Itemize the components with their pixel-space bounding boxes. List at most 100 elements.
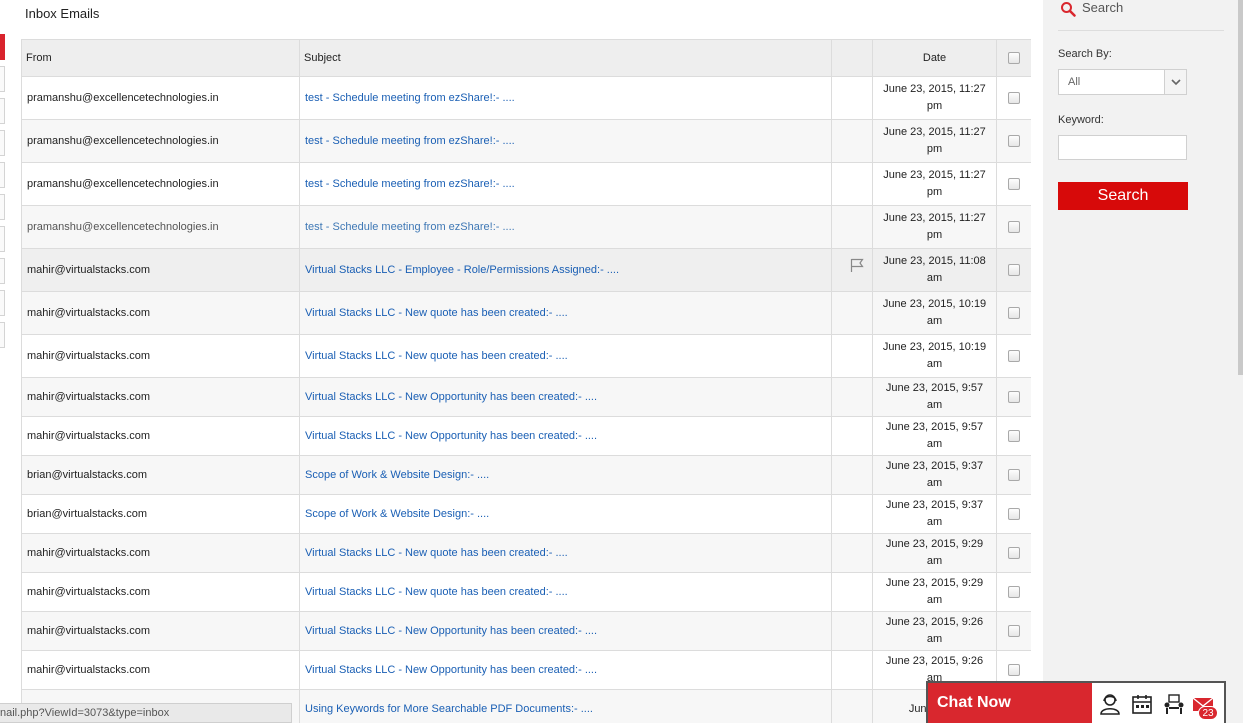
email-subject-link[interactable]: Virtual Stacks LLC - New quote has been … xyxy=(305,547,568,559)
email-select-checkbox[interactable] xyxy=(1008,307,1020,320)
search-button[interactable]: Search xyxy=(1058,182,1188,210)
email-row[interactable]: brian@virtualstacks.com Scope of Work & W… xyxy=(21,494,1031,534)
email-from: mahir@virtualstacks.com xyxy=(21,248,300,292)
email-subject-cell: test - Schedule meeting from ezShare!:- … xyxy=(299,76,832,120)
email-subject-link[interactable]: Virtual Stacks LLC - New Opportunity has… xyxy=(305,430,597,442)
email-row[interactable]: mahir@virtualstacks.com Virtual Stacks LL… xyxy=(21,416,1031,456)
left-tab[interactable] xyxy=(0,66,5,92)
email-select-checkbox[interactable] xyxy=(1008,178,1020,191)
email-row[interactable]: mahir@virtualstacks.com Virtual Stacks LL… xyxy=(21,377,1031,417)
email-date: June 23, 2015, 9:57 am xyxy=(872,416,997,456)
email-subject-cell: Virtual Stacks LLC - Employee - Role/Per… xyxy=(299,248,832,292)
email-subject-link[interactable]: Virtual Stacks LLC - New Opportunity has… xyxy=(305,625,597,637)
email-row[interactable]: mahir@virtualstacks.com Virtual Stacks LL… xyxy=(21,533,1031,573)
calendar-icon[interactable] xyxy=(1131,693,1153,715)
email-row[interactable]: mahir@virtualstacks.com Virtual Stacks LL… xyxy=(21,291,1031,335)
email-subject-link[interactable]: test - Schedule meeting from ezShare!:- … xyxy=(305,135,515,147)
email-row[interactable]: mahir@virtualstacks.com Virtual Stacks LL… xyxy=(21,650,1031,690)
email-select-checkbox[interactable] xyxy=(1008,508,1020,521)
left-tab[interactable] xyxy=(0,226,5,252)
email-date: June 23, 2015, 9:29 am xyxy=(872,533,997,573)
email-select-checkbox[interactable] xyxy=(1008,664,1020,677)
email-row[interactable]: mahir@virtualstacks.com Virtual Stacks LL… xyxy=(21,572,1031,612)
email-from: pramanshu@excellencetechnologies.in xyxy=(21,162,300,206)
email-subject-link[interactable]: Virtual Stacks LLC - New Opportunity has… xyxy=(305,391,597,403)
support-agent-icon[interactable] xyxy=(1099,693,1121,715)
email-select-checkbox[interactable] xyxy=(1008,221,1020,234)
email-subject-link[interactable]: Using Keywords for More Searchable PDF D… xyxy=(305,703,593,715)
email-flag-cell xyxy=(831,611,873,651)
email-select-cell xyxy=(996,572,1031,612)
email-row[interactable]: pramanshu@excellencetechnologies.in test … xyxy=(21,76,1031,120)
email-date-line: June 23, 2015, 11:27 xyxy=(883,169,986,181)
email-subject-link[interactable]: Virtual Stacks LLC - Employee - Role/Per… xyxy=(305,264,619,276)
email-date: June 23, 2015, 9:29 am xyxy=(872,572,997,612)
search-by-select[interactable]: All xyxy=(1058,69,1187,95)
email-subject-cell: test - Schedule meeting from ezShare!:- … xyxy=(299,205,832,249)
email-date-line: June 23, 2015, 11:27 xyxy=(883,126,986,138)
email-date-line: June 23, 2015, 11:27 xyxy=(883,83,986,95)
email-subject-link[interactable]: Scope of Work & Website Design:- .... xyxy=(305,469,489,481)
email-subject-cell: Virtual Stacks LLC - New Opportunity has… xyxy=(299,611,832,651)
email-row[interactable]: pramanshu@excellencetechnologies.in test … xyxy=(21,162,1031,206)
email-date-line: June 23, 2015, 10:19 xyxy=(882,298,987,310)
email-subject-link[interactable]: Virtual Stacks LLC - New quote has been … xyxy=(305,586,568,598)
column-header-subject[interactable]: Subject xyxy=(299,39,832,77)
email-subject-link[interactable]: test - Schedule meeting from ezShare!:- … xyxy=(305,221,515,233)
email-subject-link[interactable]: test - Schedule meeting from ezShare!:- … xyxy=(305,178,515,190)
chat-now-button[interactable]: Chat Now xyxy=(928,683,1092,723)
email-select-checkbox[interactable] xyxy=(1008,586,1020,599)
email-subject-link[interactable]: Virtual Stacks LLC - New quote has been … xyxy=(305,350,568,362)
email-subject-cell: Virtual Stacks LLC - New Opportunity has… xyxy=(299,416,832,456)
email-flag-cell xyxy=(831,205,873,249)
meeting-icon[interactable] xyxy=(1163,693,1185,715)
email-select-checkbox[interactable] xyxy=(1008,92,1020,105)
mail-count-badge: 23 xyxy=(1198,706,1218,720)
chevron-down-icon[interactable] xyxy=(1164,70,1186,94)
email-select-checkbox[interactable] xyxy=(1008,350,1020,363)
email-subject-cell: Scope of Work & Website Design:- .... xyxy=(299,494,832,534)
email-flag-cell xyxy=(831,162,873,206)
search-panel xyxy=(1043,0,1243,723)
email-subject-link[interactable]: Scope of Work & Website Design:- .... xyxy=(305,508,489,520)
search-panel-title: Search xyxy=(1082,0,1124,15)
left-tab[interactable] xyxy=(0,34,5,60)
email-subject-cell: Scope of Work & Website Design:- .... xyxy=(299,455,832,495)
left-tab[interactable] xyxy=(0,290,5,316)
email-row[interactable]: mahir@virtualstacks.com Virtual Stacks LL… xyxy=(21,248,1031,292)
email-select-cell xyxy=(996,611,1031,651)
keyword-input[interactable] xyxy=(1058,135,1187,160)
email-select-checkbox[interactable] xyxy=(1008,430,1020,443)
email-date: June 23, 2015, 9:37 am xyxy=(872,494,997,534)
email-select-checkbox[interactable] xyxy=(1008,135,1020,148)
email-from: mahir@virtualstacks.com xyxy=(21,611,300,651)
email-row[interactable]: mahir@virtualstacks.com Virtual Stacks LL… xyxy=(21,334,1031,378)
left-tab[interactable] xyxy=(0,322,5,348)
select-all-checkbox[interactable] xyxy=(1008,52,1020,65)
left-tab[interactable] xyxy=(0,162,5,188)
email-row[interactable]: pramanshu@excellencetechnologies.in test … xyxy=(21,119,1031,163)
email-select-checkbox[interactable] xyxy=(1008,391,1020,404)
email-row[interactable]: mahir@virtualstacks.com Virtual Stacks LL… xyxy=(21,611,1031,651)
left-tab[interactable] xyxy=(0,194,5,220)
column-header-from[interactable]: From xyxy=(21,39,300,77)
email-select-checkbox[interactable] xyxy=(1008,264,1020,277)
email-row[interactable]: brian@virtualstacks.com Scope of Work & W… xyxy=(21,455,1031,495)
email-select-checkbox[interactable] xyxy=(1008,469,1020,482)
email-subject-link[interactable]: Virtual Stacks LLC - New Opportunity has… xyxy=(305,664,597,676)
left-tab[interactable] xyxy=(0,98,5,124)
left-tab[interactable] xyxy=(0,258,5,284)
email-select-cell xyxy=(996,334,1031,378)
email-select-cell xyxy=(996,76,1031,120)
column-header-date[interactable]: Date xyxy=(872,39,997,77)
page-scrollbar[interactable] xyxy=(1238,0,1243,375)
email-flag-cell xyxy=(831,334,873,378)
email-subject-cell: test - Schedule meeting from ezShare!:- … xyxy=(299,162,832,206)
email-subject-link[interactable]: Virtual Stacks LLC - New quote has been … xyxy=(305,307,568,319)
email-select-checkbox[interactable] xyxy=(1008,625,1020,638)
email-row[interactable]: pramanshu@excellencetechnologies.in test … xyxy=(21,205,1031,249)
left-tab[interactable] xyxy=(0,130,5,156)
email-subject-link[interactable]: test - Schedule meeting from ezShare!:- … xyxy=(305,92,515,104)
email-select-checkbox[interactable] xyxy=(1008,547,1020,560)
flag-outline-icon[interactable] xyxy=(850,258,864,273)
